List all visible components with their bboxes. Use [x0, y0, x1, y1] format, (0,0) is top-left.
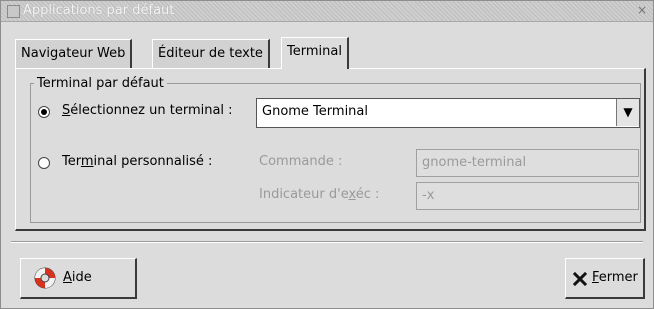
chevron-down-icon[interactable]: ▼ [616, 99, 639, 126]
tab-terminal[interactable]: Terminal [281, 37, 349, 69]
window-menu-icon[interactable] [7, 5, 20, 18]
command-field-value: gnome-terminal [422, 155, 527, 170]
tab-web-browser[interactable]: Navigateur Web [15, 39, 133, 68]
exec-flag-field-value: -x [422, 188, 435, 203]
dialog-window: Applications par défaut × Navigateur Web… [0, 0, 654, 309]
tab-label: Éditeur de texte [158, 46, 263, 61]
help-lifebuoy-icon [34, 267, 56, 289]
terminal-combobox[interactable]: Gnome Terminal ▼ [256, 98, 640, 128]
close-button[interactable]: Fermer [565, 258, 645, 299]
custom-terminal-radio[interactable] [38, 157, 50, 169]
tab-text-editor[interactable]: Éditeur de texte [152, 39, 270, 68]
help-button[interactable]: Aide [20, 258, 137, 299]
tab-label: Navigateur Web [21, 46, 126, 61]
select-terminal-label[interactable]: Sélectionnez un terminal : [62, 103, 233, 118]
button-separator [11, 241, 643, 243]
tab-label: Terminal [287, 44, 342, 59]
custom-terminal-label[interactable]: Terminal personnalisé : [62, 154, 212, 169]
group-title: Terminal par défaut [34, 76, 167, 91]
command-label: Commande : [259, 154, 343, 169]
title-bar[interactable]: Applications par défaut × [1, 1, 653, 22]
close-button-label: Fermer [592, 270, 638, 285]
close-window-icon[interactable]: × [637, 3, 647, 17]
exec-flag-label: Indicateur d'exéc : [259, 187, 380, 202]
command-field[interactable]: gnome-terminal [416, 149, 639, 177]
exec-flag-field[interactable]: -x [416, 182, 639, 210]
terminal-combobox-value: Gnome Terminal [262, 104, 368, 119]
help-button-label: Aide [63, 270, 92, 285]
close-x-icon [573, 272, 587, 286]
window-title: Applications par défaut [23, 3, 175, 18]
select-terminal-radio[interactable] [38, 106, 50, 118]
